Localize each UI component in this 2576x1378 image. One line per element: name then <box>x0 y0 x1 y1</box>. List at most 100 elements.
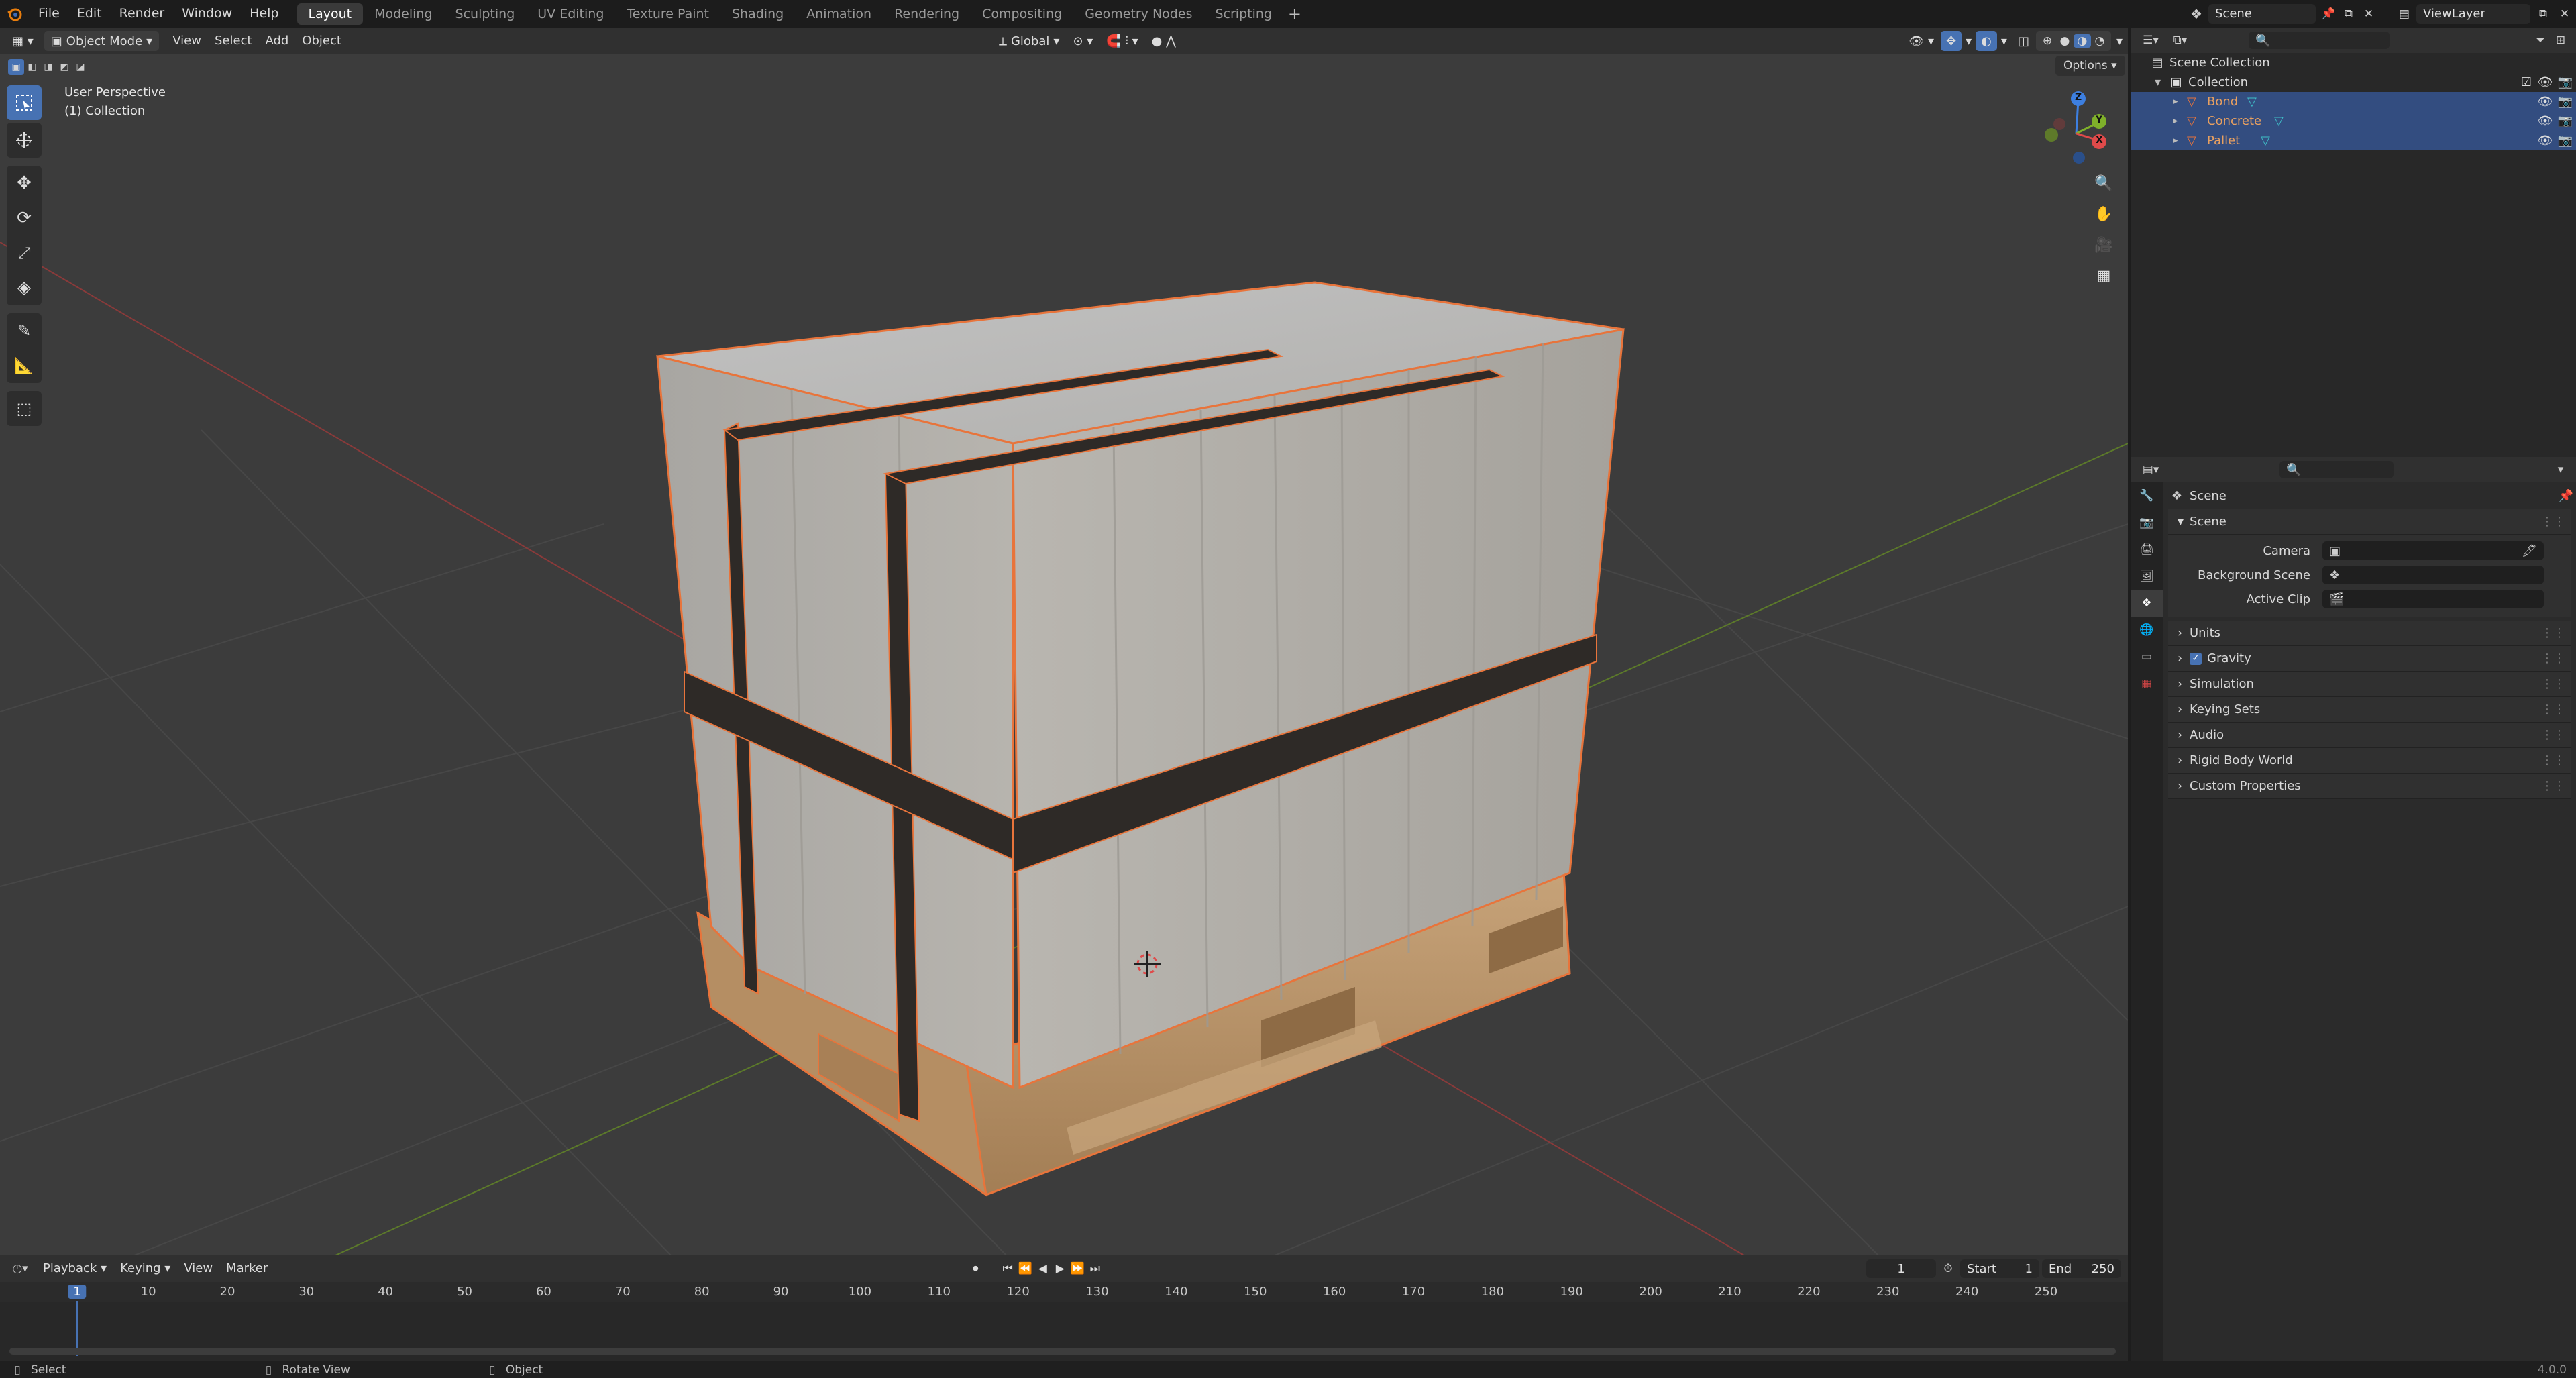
subpanel-rigid-body-world[interactable]: › Rigid Body World ⋮⋮ <box>2168 748 2571 774</box>
outliner-search-input[interactable]: 🔍 <box>2249 32 2390 49</box>
play-icon[interactable]: ▶ <box>1051 1262 1069 1275</box>
timeline-editor-icon[interactable]: ◷▾ <box>4 1262 36 1275</box>
timeline-area[interactable]: 1 10 20 30 40 50 60 70 80 90 100 110 120 130 140 150 160… <box>0 1282 2128 1361</box>
shading-dropdown[interactable]: ▾ <box>2111 31 2128 51</box>
texture-tab-icon[interactable]: ▦ <box>2131 670 2163 697</box>
subpanel-gravity[interactable]: › ✓ Gravity ⋮⋮ <box>2168 646 2571 672</box>
transform-orientation-dropdown[interactable]: ⟂ Global ▾ <box>992 31 1066 51</box>
zoom-icon[interactable]: 🔍 <box>2090 170 2117 197</box>
scene-section-header[interactable]: ▾ Scene ⋮⋮ <box>2168 509 2571 535</box>
frame-tick[interactable]: 80 <box>694 1285 710 1299</box>
mode-dropdown[interactable]: ▣ Object Mode ▾ <box>44 31 160 51</box>
drag-handle-icon[interactable]: ⋮⋮ <box>2541 702 2571 717</box>
transform-tool[interactable]: ◈ <box>7 270 42 305</box>
editor-type-outliner-icon[interactable]: ☰▾ <box>2136 34 2165 47</box>
overlay-toggle[interactable]: ◐ <box>1976 31 1997 51</box>
visibility-icon[interactable]: 👁 <box>2536 114 2555 128</box>
scale-tool[interactable]: ⤢ <box>7 235 42 270</box>
mesh-data-icon[interactable]: ▽ <box>2261 134 2277 148</box>
frame-tick[interactable]: 200 <box>1639 1285 1662 1299</box>
menu-object[interactable]: Object <box>295 31 348 51</box>
solid-shading-icon[interactable]: ● <box>2056 34 2074 48</box>
render-tab-icon[interactable]: 📷 <box>2131 509 2163 536</box>
pivot-dropdown[interactable]: ⊙ ▾ <box>1066 31 1099 51</box>
camera-field[interactable]: ▣ 🖋 <box>2322 541 2544 560</box>
visibility-icon[interactable]: 👁 <box>2536 95 2555 109</box>
render-camera-icon[interactable]: 📷 <box>2555 134 2576 148</box>
blender-logo-icon[interactable] <box>0 0 30 28</box>
rotate-tool[interactable]: ⟳ <box>7 201 42 235</box>
new-collection-icon[interactable]: ⊞ <box>2551 34 2571 47</box>
scene-name-field[interactable]: Scene <box>2208 3 2316 24</box>
menu-add[interactable]: Add <box>258 31 295 51</box>
add-cube-tool[interactable]: ⬚ <box>7 391 42 426</box>
clock-icon[interactable]: ⏱ <box>1936 1262 1960 1275</box>
menu-file[interactable]: File <box>30 0 68 28</box>
new-scene-icon[interactable]: ⧉ <box>2339 7 2359 21</box>
tab-geometry-nodes[interactable]: Geometry Nodes <box>1073 3 1203 25</box>
render-camera-icon[interactable]: 📷 <box>2555 114 2576 128</box>
frame-tick[interactable]: 120 <box>1006 1285 1029 1299</box>
menu-render[interactable]: Render <box>111 0 174 28</box>
subpanel-simulation[interactable]: › Simulation ⋮⋮ <box>2168 672 2571 697</box>
menu-view[interactable]: View <box>166 31 208 51</box>
subpanel-keying-sets[interactable]: › Keying Sets ⋮⋮ <box>2168 697 2571 723</box>
collection-checkbox-icon[interactable]: ☑ <box>2517 75 2536 89</box>
snap-dropdown[interactable]: 🧲 ⫶ ▾ <box>1099 31 1144 51</box>
timeline-view-menu[interactable]: View <box>177 1259 219 1279</box>
mesh-data-icon[interactable]: ▽ <box>2274 114 2290 128</box>
select-extend-icon[interactable]: ◧ <box>24 59 40 75</box>
frame-tick[interactable]: 130 <box>1085 1285 1108 1299</box>
visibility-icon[interactable]: 👁 <box>2536 134 2555 148</box>
frame-tick[interactable]: 20 <box>220 1285 235 1299</box>
delete-scene-icon[interactable]: ✕ <box>2359 7 2379 21</box>
editor-type-properties-icon[interactable]: ▤▾ <box>2136 463 2165 476</box>
mesh-data-icon[interactable]: ▽ <box>2247 95 2263 109</box>
collection-tab-icon[interactable]: ▭ <box>2131 643 2163 670</box>
drag-handle-icon[interactable]: ⋮⋮ <box>2541 515 2571 529</box>
drag-handle-icon[interactable]: ⋮⋮ <box>2541 651 2571 666</box>
subpanel-units[interactable]: › Units ⋮⋮ <box>2168 621 2571 646</box>
outliner-collection[interactable]: ▾ ▣ Collection ☑ 👁 📷 <box>2131 72 2576 92</box>
expand-arrow-icon[interactable]: ▾ <box>2155 75 2168 89</box>
tab-shading[interactable]: Shading <box>720 3 795 25</box>
tab-uv-editing[interactable]: UV Editing <box>526 3 615 25</box>
frame-tick[interactable]: 190 <box>1560 1285 1583 1299</box>
frame-tick[interactable]: 150 <box>1244 1285 1267 1299</box>
pan-hand-icon[interactable]: ✋ <box>2090 201 2117 227</box>
menu-select[interactable]: Select <box>208 31 259 51</box>
select-subtract-icon[interactable]: ◨ <box>40 59 56 75</box>
frame-tick[interactable]: 210 <box>1718 1285 1741 1299</box>
tab-texture-paint[interactable]: Texture Paint <box>615 3 720 25</box>
active-clip-field[interactable]: 🎬 <box>2322 590 2544 608</box>
subpanel-audio[interactable]: › Audio ⋮⋮ <box>2168 723 2571 748</box>
view-layer-tab-icon[interactable]: 🖼 <box>2131 563 2163 590</box>
background-scene-field[interactable]: ❖ <box>2322 566 2544 584</box>
frame-tick[interactable]: 240 <box>1955 1285 1978 1299</box>
frame-ruler[interactable]: 1 10 20 30 40 50 60 70 80 90 100 110 120 130 140 150 160… <box>0 1282 2128 1302</box>
end-frame-field[interactable]: End 250 <box>2042 1259 2121 1278</box>
drag-handle-icon[interactable]: ⋮⋮ <box>2541 626 2571 640</box>
jump-start-icon[interactable]: ⏮ <box>999 1262 1016 1275</box>
tab-rendering[interactable]: Rendering <box>883 3 971 25</box>
add-workspace-icon[interactable]: + <box>1283 5 1306 23</box>
keying-menu[interactable]: Keying ▾ <box>113 1259 177 1279</box>
next-keyframe-icon[interactable]: ⏩ <box>1069 1262 1086 1275</box>
view-layer-field[interactable]: ViewLayer <box>2416 3 2530 24</box>
timeline-scrollbar[interactable] <box>9 1348 2116 1355</box>
jump-end-icon[interactable]: ⏭ <box>1086 1262 1104 1275</box>
outliner-item-pallet[interactable]: ▸ ▽ Pallet ▽ 👁 📷 <box>2131 131 2576 150</box>
outliner-item-concrete[interactable]: ▸ ▽ Concrete ▽ 👁 📷 <box>2131 111 2576 131</box>
cursor-tool[interactable] <box>7 123 42 158</box>
tab-animation[interactable]: Animation <box>795 3 883 25</box>
ortho-grid-icon[interactable]: ▦ <box>2090 262 2117 289</box>
current-frame-field[interactable]: 1 <box>1866 1259 1936 1278</box>
collection-visibility-icon[interactable]: 👁 <box>2536 75 2555 89</box>
properties-options-icon[interactable]: ▾ <box>2551 463 2571 476</box>
frame-tick[interactable]: 40 <box>378 1285 393 1299</box>
pin-icon[interactable]: 📌 <box>2318 7 2339 21</box>
display-mode-icon[interactable]: ⧉▾ <box>2165 34 2195 47</box>
menu-window[interactable]: Window <box>173 0 241 28</box>
frame-tick[interactable]: 50 <box>457 1285 472 1299</box>
select-new-icon[interactable]: ▣ <box>8 59 24 75</box>
